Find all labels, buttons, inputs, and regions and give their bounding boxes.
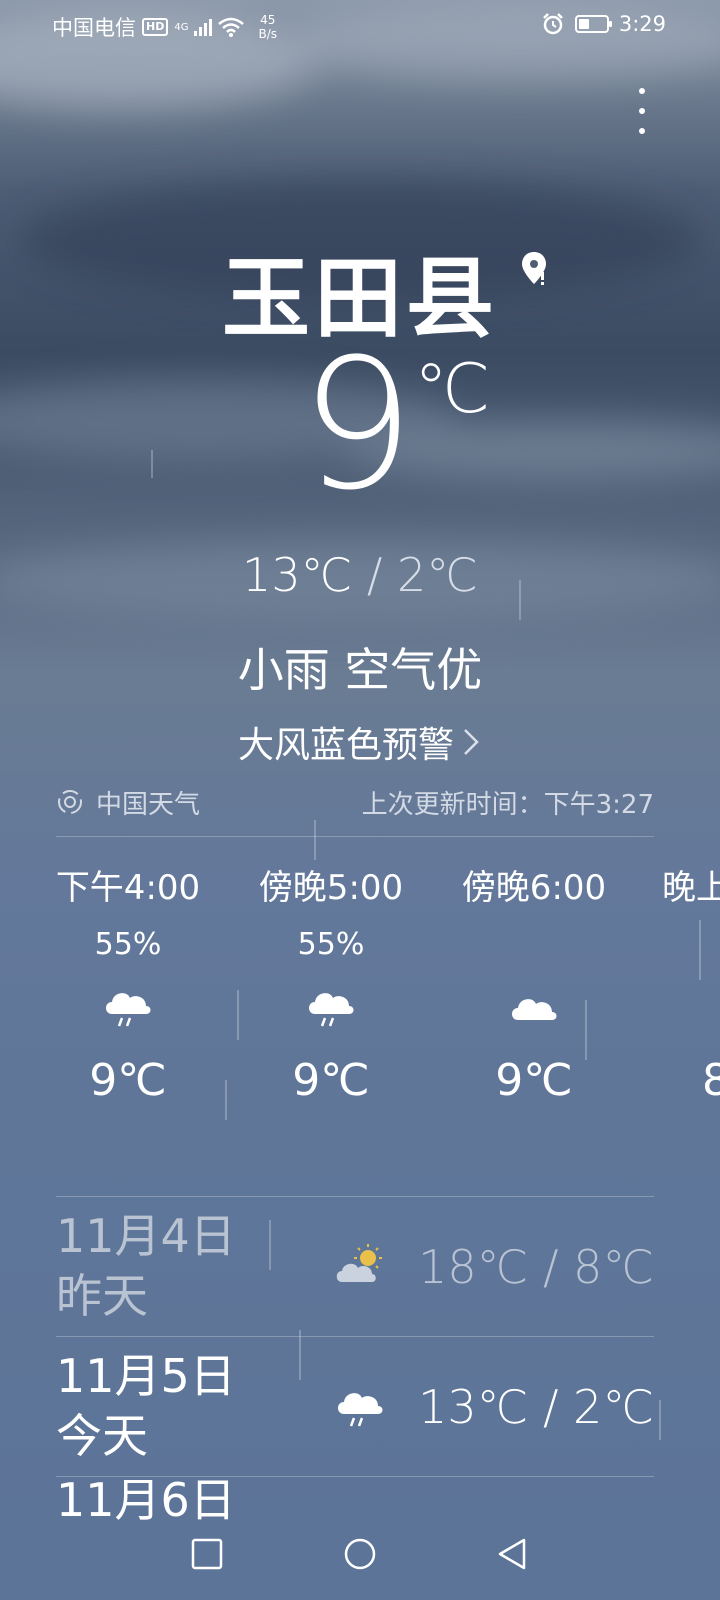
hour-time: 傍晚5:00 bbox=[258, 868, 404, 908]
weather-condition: 小雨 空气优 bbox=[237, 643, 483, 697]
hour-temp: 9℃ bbox=[495, 1055, 573, 1106]
location-pin-icon[interactable] bbox=[520, 250, 554, 290]
dot-icon bbox=[639, 128, 645, 134]
navigation-bar bbox=[0, 1514, 720, 1600]
net-speed-value: 45 bbox=[260, 13, 276, 27]
alarm-icon bbox=[542, 13, 563, 35]
day-label: 昨天 bbox=[56, 1269, 148, 1323]
wifi-icon bbox=[218, 17, 245, 37]
rain-cloud-icon bbox=[309, 993, 354, 1027]
hour-time: 下午4:00 bbox=[55, 868, 201, 908]
hour-temp: 8 bbox=[702, 1055, 720, 1106]
hour-temp: 9℃ bbox=[292, 1055, 370, 1106]
high-low-separator: / bbox=[366, 548, 383, 602]
hourly-item: 晚上 8 bbox=[662, 860, 720, 1106]
hd-badge: HD bbox=[142, 18, 169, 36]
cloud-icon bbox=[512, 999, 557, 1020]
high-temp: 13℃ bbox=[242, 548, 353, 602]
net-speed: 45 B/s bbox=[258, 13, 277, 41]
source-name: 中国天气 bbox=[96, 789, 201, 820]
hour-precip bbox=[434, 927, 634, 967]
weather-warning-link[interactable]: 大风蓝色预警 bbox=[238, 716, 480, 768]
hour-precip bbox=[662, 927, 720, 967]
day-date: 11月5日 bbox=[56, 1349, 236, 1403]
hourly-item: 傍晚6:00 9℃ bbox=[434, 860, 634, 1106]
status-right: 3:29 bbox=[541, 12, 666, 36]
daily-row[interactable]: 11月5日 今天 13℃ / 2℃ bbox=[56, 1340, 654, 1476]
status-left: 中国电信 HD 4G 45 B/s bbox=[52, 12, 277, 42]
day-date-block: 11月4日 昨天 bbox=[56, 1206, 236, 1326]
day-temp-range: 18℃ / 8℃ bbox=[418, 1240, 654, 1294]
day-date-block: 11月5日 今天 bbox=[56, 1346, 236, 1466]
back-button[interactable] bbox=[496, 1538, 528, 1574]
recent-apps-button[interactable] bbox=[191, 1538, 223, 1572]
hourly-item: 下午4:00 55% 9℃ bbox=[28, 860, 228, 1106]
status-bar: 中国电信 HD 4G 45 B/s 3:29 bbox=[0, 0, 720, 50]
carrier-name: 中国电信 bbox=[52, 16, 136, 40]
current-temperature: 9 bbox=[300, 321, 415, 530]
warning-text: 大风蓝色预警 bbox=[238, 725, 455, 766]
day-date: 11月4日 bbox=[56, 1209, 236, 1263]
partly-sunny-icon bbox=[336, 1244, 382, 1282]
clock: 3:29 bbox=[618, 12, 666, 36]
divider bbox=[56, 1336, 654, 1337]
hour-time: 傍晚6:00 bbox=[461, 868, 607, 908]
divider bbox=[56, 1196, 654, 1197]
home-button[interactable] bbox=[342, 1538, 378, 1574]
hour-precip: 55% bbox=[297, 927, 365, 962]
hour-precip: 55% bbox=[94, 927, 162, 962]
hour-temp: 9℃ bbox=[89, 1055, 167, 1106]
source-brand: 中国天气 bbox=[56, 784, 200, 821]
day-label: 今天 bbox=[56, 1409, 148, 1463]
daily-row[interactable]: 11月4日 昨天 18℃ / 8℃ bbox=[56, 1200, 654, 1336]
rain-cloud-icon bbox=[106, 993, 151, 1027]
battery-level bbox=[578, 19, 590, 29]
network-type: 4G bbox=[174, 21, 189, 33]
dot-icon bbox=[639, 108, 645, 114]
last-updated: 上次更新时间：下午3:27 bbox=[361, 789, 654, 820]
hourly-item: 傍晚5:00 55% 9℃ bbox=[231, 860, 431, 1106]
net-speed-unit: B/s bbox=[258, 27, 277, 41]
hour-time: 晚上 bbox=[662, 868, 720, 908]
dot-icon bbox=[639, 88, 645, 94]
divider bbox=[56, 1476, 654, 1477]
data-source-row: 中国天气 上次更新时间：下午3:27 bbox=[56, 782, 654, 822]
day-temp-range: 13℃ / 2℃ bbox=[418, 1380, 654, 1434]
high-low-temperature: 13℃ / 2℃ bbox=[0, 548, 720, 602]
rain-cloud-icon bbox=[338, 1393, 383, 1427]
low-temp: 2℃ bbox=[397, 548, 478, 602]
battery-icon bbox=[574, 15, 612, 33]
more-menu-button[interactable] bbox=[636, 88, 648, 138]
signal-icon bbox=[194, 18, 213, 36]
divider bbox=[56, 836, 654, 837]
china-weather-logo-icon bbox=[58, 790, 82, 814]
chevron-right-icon bbox=[464, 729, 479, 755]
hourly-forecast[interactable]: 下午4:00 55% 9℃ 傍晚5:00 55% 9℃ 傍晚6:00 9℃ 晚上… bbox=[0, 860, 720, 1160]
temperature-unit: ℃ bbox=[414, 350, 491, 429]
